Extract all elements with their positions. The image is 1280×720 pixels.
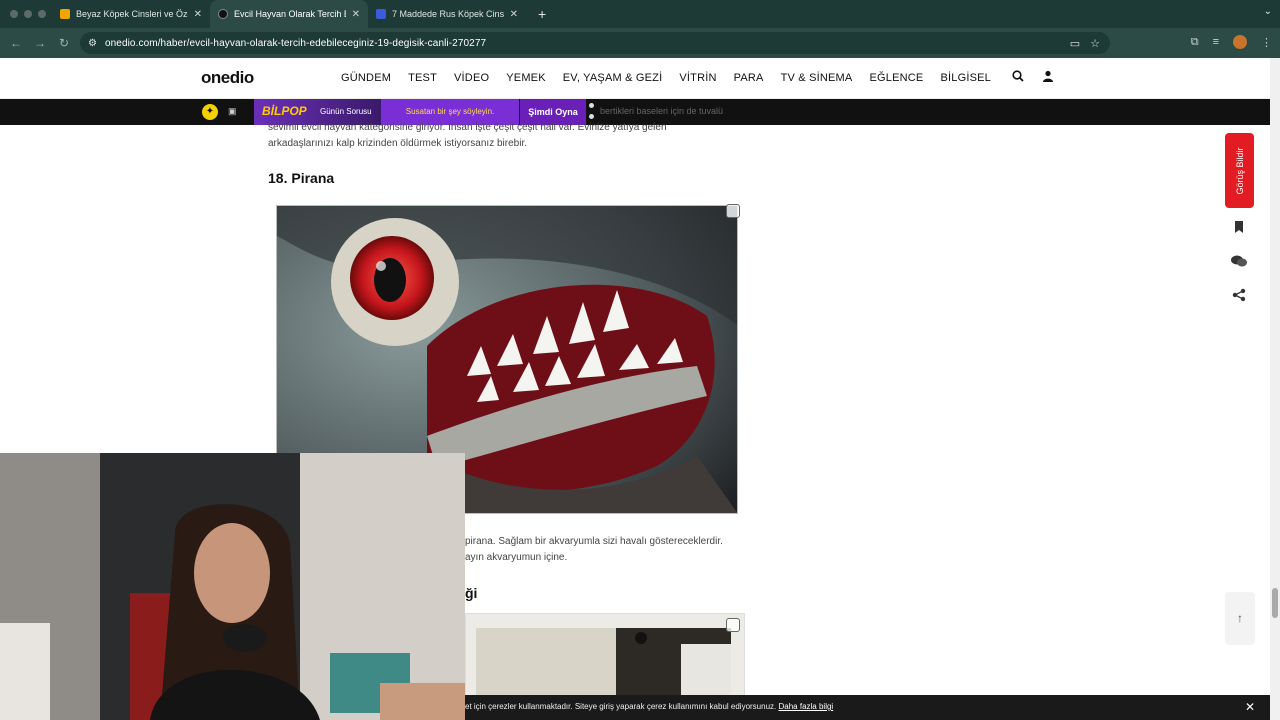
back-arrow-icon[interactable]: ← (4, 36, 28, 50)
section-heading-19: ği (465, 585, 478, 601)
cookie-text: et için çerezler kullanmaktadır. Siteye … (465, 702, 777, 711)
image-caption: pirana. Sağlam bir akvaryumla sizi haval… (465, 534, 750, 566)
tab-search-chevron-icon[interactable]: ⌄ (1264, 6, 1272, 17)
puzzle-icon[interactable]: ✦ (202, 104, 218, 120)
reading-list-icon[interactable]: ≡ (1213, 36, 1219, 48)
page-scrollbar[interactable] (1270, 58, 1280, 720)
caption-line: pirana. Sağlam bir akvaryumla sizi haval… (465, 536, 723, 547)
nav-item-gundem[interactable]: GÜNDEM (341, 72, 391, 84)
extensions-icon[interactable]: ⧉ (1191, 36, 1199, 49)
nav-item-eglence[interactable]: EĞLENCE (869, 72, 923, 84)
browser-tab-2[interactable]: Evcil Hayvan Olarak Tercih Ed ✕ (210, 0, 368, 28)
browser-tab-bar: Beyaz Köpek Cinsleri ve Özel ✕ Evcil Hay… (0, 0, 1280, 28)
browser-toolbar: ← → ↻ ⚙ onedio.com/haber/evcil-hayvan-ol… (0, 28, 1280, 58)
paragraph-line: sevimli evcil hayvan kategorisine giriyo… (268, 122, 667, 133)
section-heading: 18. Pirana (268, 170, 335, 186)
close-tab-icon[interactable]: ✕ (194, 9, 202, 20)
window-controls (0, 10, 52, 18)
site-header: onedio GÜNDEM TEST VİDEO YEMEK EV, YAŞAM… (0, 58, 1270, 99)
tab-favicon-icon (60, 9, 70, 19)
nav-item-tv-sinema[interactable]: TV & SİNEMA (781, 72, 853, 84)
comments-icon[interactable] (1230, 254, 1248, 272)
close-tab-icon[interactable]: ✕ (352, 9, 360, 20)
browser-menu-icon[interactable]: ⋮ (1261, 36, 1272, 49)
minimize-window-dot[interactable] (24, 10, 32, 18)
nav-item-video[interactable]: VİDEO (454, 72, 489, 84)
main-nav: GÜNDEM TEST VİDEO YEMEK EV, YAŞAM & GEZİ… (341, 72, 1008, 84)
webcam-feed (0, 453, 465, 720)
tab-favicon-icon (218, 9, 228, 19)
tab-title: Beyaz Köpek Cinsleri ve Özel (76, 9, 188, 19)
header-icons (1012, 70, 1054, 85)
scroll-to-top-button[interactable]: ↑ (1225, 592, 1255, 645)
search-icon[interactable] (1012, 70, 1024, 85)
new-tab-button[interactable]: + (526, 6, 546, 22)
expand-image-icon[interactable] (726, 204, 740, 218)
close-window-dot[interactable] (10, 10, 18, 18)
url-text[interactable]: onedio.com/haber/evcil-hayvan-olarak-ter… (105, 38, 486, 49)
browser-tab-1[interactable]: Beyaz Köpek Cinsleri ve Özel ✕ (52, 0, 210, 28)
user-icon[interactable] (1042, 70, 1054, 85)
nav-item-para[interactable]: PARA (734, 72, 764, 84)
maximize-window-dot[interactable] (38, 10, 46, 18)
close-cookie-icon[interactable]: ✕ (1245, 700, 1255, 714)
nav-item-ev-yasam[interactable]: EV, YAŞAM & GEZİ (563, 72, 663, 84)
paragraph-line: arkadaşlarınızı kalp krizinden öldürmek … (268, 138, 527, 149)
tab-favicon-icon (376, 9, 386, 19)
tab-title: 7 Maddede Rus Köpek Cinsle (392, 9, 504, 19)
bilpop-logo: BİLPOP (262, 104, 307, 118)
site-logo[interactable]: onedio (201, 68, 254, 88)
nav-item-yemek[interactable]: YEMEK (506, 72, 546, 84)
feedback-button[interactable]: Görüş Bildir (1225, 133, 1254, 208)
reload-icon[interactable]: ↻ (52, 36, 76, 50)
article-paragraph: sevimli evcil hayvan kategorisine giriyo… (268, 120, 748, 152)
cookie-text-row: et için çerezler kullanmaktadır. Siteye … (465, 702, 833, 711)
gunun-sorusu-label: Günün Sorusu (320, 107, 372, 116)
game-icon[interactable]: ▣ (228, 106, 237, 117)
site-info-icon[interactable]: ⚙ (88, 38, 97, 49)
bookmark-star-icon[interactable]: ☆ (1090, 37, 1100, 50)
browser-tab-3[interactable]: 7 Maddede Rus Köpek Cinsle ✕ (368, 0, 526, 28)
browser-actions: ⧉ ≡ ⋮ (1191, 35, 1272, 49)
more-options-icon[interactable] (589, 103, 595, 121)
address-bar[interactable]: ⚙ onedio.com/haber/evcil-hayvan-olarak-t… (80, 32, 1110, 54)
close-tab-icon[interactable]: ✕ (510, 9, 518, 20)
cookie-more-info-link[interactable]: Daha fazla bilgi (779, 702, 834, 711)
bookmark-icon[interactable] (1230, 220, 1248, 238)
forward-arrow-icon[interactable]: → (28, 36, 52, 50)
webcam-overlay (0, 453, 465, 720)
share-icon[interactable] (1230, 288, 1248, 306)
expand-image-icon[interactable] (726, 618, 740, 632)
scrollbar-thumb[interactable] (1272, 588, 1278, 618)
profile-avatar[interactable] (1233, 35, 1247, 49)
tab-title: Evcil Hayvan Olarak Tercih Ed (234, 9, 346, 19)
omnibox-actions: ▭ ☆ (1070, 37, 1100, 50)
feedback-label: Görüş Bildir (1234, 146, 1245, 195)
nav-item-test[interactable]: TEST (408, 72, 437, 84)
nav-item-bilgisel[interactable]: BİLGİSEL (940, 72, 991, 84)
promo-overflow-text: bertikleri baseleri için de tuvalü (600, 106, 724, 116)
nav-item-vitrin[interactable]: VİTRİN (679, 72, 716, 84)
install-app-icon[interactable]: ▭ (1070, 37, 1080, 50)
caption-line: ayın akvaryumun içine. (465, 552, 568, 563)
